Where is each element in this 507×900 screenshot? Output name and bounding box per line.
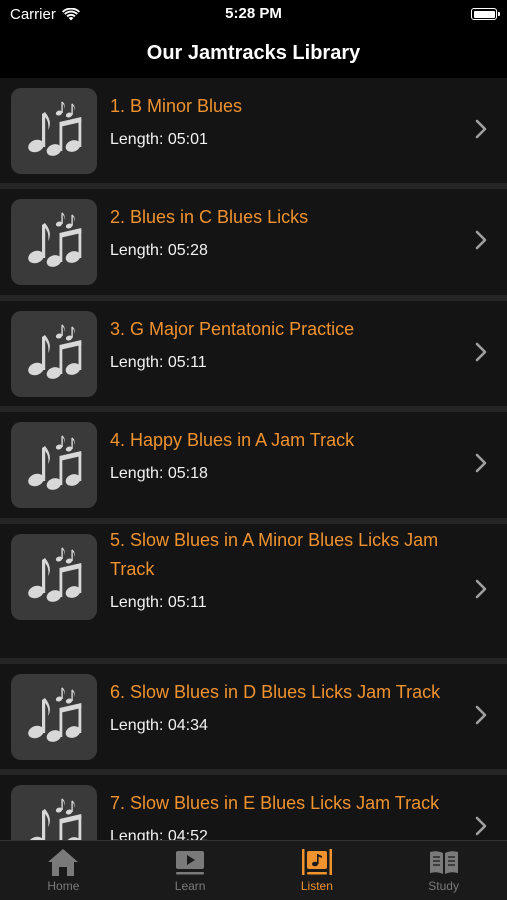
chevron-right-icon [475,119,487,138]
track-text: 6. Slow Blues in D Blues Licks Jam Track… [110,678,467,736]
chevron-right-icon [475,230,487,250]
book-icon [429,851,458,874]
track-title: 2. Blues in C Blues Licks [110,207,309,227]
music-note-icon [11,311,97,397]
home-icon [48,849,79,876]
track-text: 7. Slow Blues in E Blues Licks Jam Track… [110,789,467,840]
tab-home-label: Home [47,879,80,893]
track-title: 3. G Major Pentatonic Practice [110,319,355,339]
status-time: 5:28 PM [225,5,282,22]
tab-learn-label: Learn [174,879,206,893]
tab-learn[interactable]: Learn [127,841,254,900]
chevron-right-icon [475,579,487,599]
track-row[interactable]: 2. Blues in C Blues Licks Length: 05:28 [0,189,507,301]
tab-home[interactable]: Home [0,841,127,900]
track-text: 5. Slow Blues in A Minor Blues Licks Jam… [110,526,467,613]
tab-study-label: Study [428,879,459,893]
track-row[interactable]: 1. B Minor Blues Length: 05:01 [0,78,507,189]
track-title: 4. Happy Blues in A Jam Track [110,430,355,450]
track-list[interactable]: 1. B Minor Blues Length: 05:01 2. Blues … [0,78,507,840]
music-library-icon [301,849,332,875]
music-note-icon [11,88,97,174]
music-note-icon [11,422,97,508]
navigation-bar: Our Jamtracks Library [0,28,507,78]
battery-icon [471,8,500,20]
track-title: 5. Slow Blues in A Minor Blues Licks Jam… [110,530,439,579]
track-length: Length: 05:11 [110,354,207,371]
track-text: 3. G Major Pentatonic Practice Length: 0… [110,315,467,373]
track-title: 6. Slow Blues in D Blues Licks Jam Track [110,682,441,702]
track-text: 4. Happy Blues in A Jam Track Length: 05… [110,426,467,484]
play-video-icon [176,851,205,875]
music-note-icon [11,199,97,285]
tab-listen-label: Listen [300,879,333,893]
music-note-icon [11,674,97,760]
page-title: Our Jamtracks Library [146,41,361,64]
chevron-right-icon [475,705,487,724]
track-row[interactable]: 3. G Major Pentatonic Practice Length: 0… [0,301,507,412]
track-length: Length: 04:52 [110,828,208,840]
track-length: Length: 05:18 [110,465,208,482]
music-note-icon [11,534,97,620]
chevron-right-icon [475,342,487,361]
tab-study[interactable]: Study [380,841,507,900]
track-row[interactable]: 6. Slow Blues in D Blues Licks Jam Track… [0,664,507,775]
track-title: 1. B Minor Blues [110,96,243,116]
chevron-right-icon [475,453,487,473]
tab-bar: Home Learn Listen Study [0,840,507,900]
chevron-right-icon [475,816,487,836]
track-text: 2. Blues in C Blues Licks Length: 05:28 [110,203,467,261]
track-length: Length: 04:34 [110,717,208,734]
tab-listen[interactable]: Listen [254,841,381,900]
track-text: 1. B Minor Blues Length: 05:01 [110,92,467,150]
track-length: Length: 05:01 [110,131,208,148]
track-row[interactable]: 5. Slow Blues in A Minor Blues Licks Jam… [0,524,507,664]
music-note-icon [11,785,97,840]
track-length: Length: 05:11 [110,594,207,611]
track-row[interactable]: 4. Happy Blues in A Jam Track Length: 05… [0,412,507,524]
track-title: 7. Slow Blues in E Blues Licks Jam Track [110,793,440,813]
track-row[interactable]: 7. Slow Blues in E Blues Licks Jam Track… [0,775,507,840]
status-bar: Carrier 5:28 PM [0,0,507,28]
track-length: Length: 05:28 [110,242,208,259]
